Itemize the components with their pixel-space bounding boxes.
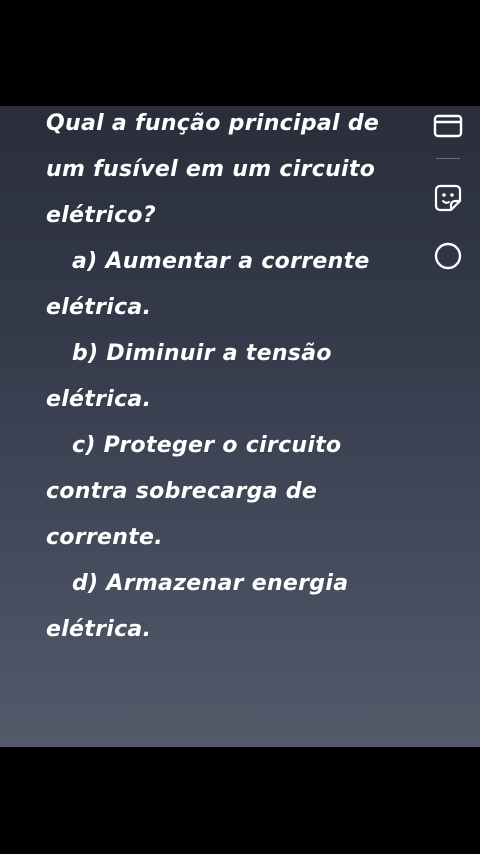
question-line-1: Qual a função principal de [46,111,380,136]
option-b-line-2: elétrica. [46,387,152,412]
content-panel: Qual a função principal de um fusível em… [0,106,480,747]
quiz-text: Qual a função principal de um fusível em… [46,106,416,653]
option-a-line-2: elétrica. [46,295,152,320]
option-c[interactable]: c) Proteger o circuito contra sobrecarga… [46,423,416,561]
question-line-2: um fusível em um circuito [46,157,376,182]
side-toolbar [428,106,468,306]
option-d-line-2: elétrica. [46,617,152,642]
option-c-line-1: c) Proteger o circuito [72,433,342,458]
screen: Qual a função principal de um fusível em… [0,0,480,854]
option-d[interactable]: d) Armazenar energia elétrica. [46,561,416,653]
option-c-line-3: corrente. [46,525,163,550]
option-b-line-1: b) Diminuir a tensão [72,341,332,366]
option-a-line-1: a) Aumentar a corrente [72,249,370,274]
question: Qual a função principal de um fusível em… [46,106,416,239]
sticker-icon[interactable] [432,182,464,214]
option-d-line-1: d) Armazenar energia [72,571,349,596]
toolbar-divider [436,158,460,159]
circle-icon[interactable] [432,240,464,272]
window-icon[interactable] [432,110,464,142]
option-c-line-2: contra sobrecarga de [46,479,318,504]
question-line-3: elétrico? [46,203,156,228]
option-a[interactable]: a) Aumentar a corrente elétrica. [46,239,416,331]
option-b[interactable]: b) Diminuir a tensão elétrica. [46,331,416,423]
